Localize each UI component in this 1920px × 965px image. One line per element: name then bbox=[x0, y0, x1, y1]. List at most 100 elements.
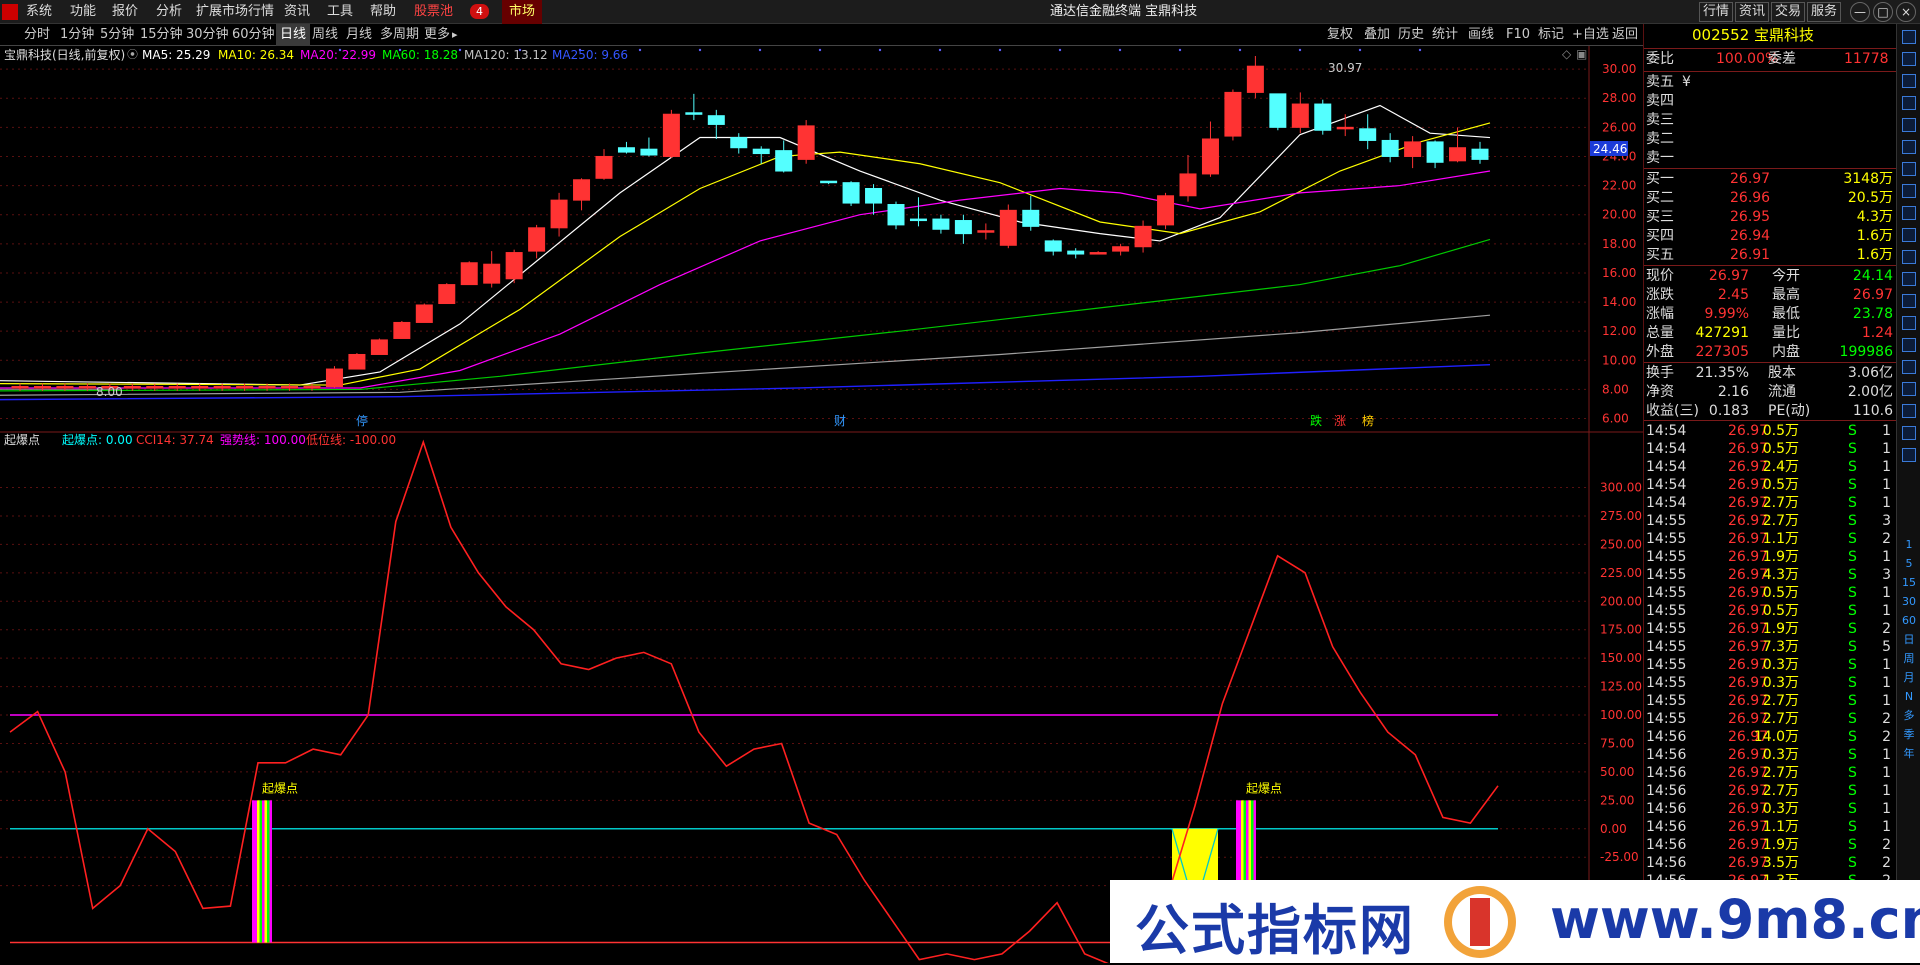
tick-side: S bbox=[1848, 513, 1857, 529]
menu-function[interactable]: 功能 bbox=[70, 0, 96, 24]
tab-weekly[interactable]: 周线 bbox=[312, 24, 338, 46]
period-shortcut-0[interactable]: 1 bbox=[1899, 536, 1919, 554]
menu-stock-pool[interactable]: 股票池 bbox=[414, 0, 453, 24]
rsi-icon[interactable] bbox=[1899, 358, 1919, 376]
toolbar-restore-rights[interactable]: 复权 bbox=[1327, 24, 1353, 46]
compare-icon[interactable] bbox=[1899, 182, 1919, 200]
tick-row: 14:55 26.97 7.3万 S 5 bbox=[1644, 638, 1897, 657]
menu-market[interactable]: 市场 bbox=[502, 0, 542, 24]
menu-system[interactable]: 系统 bbox=[26, 0, 52, 24]
more-chevron-icon[interactable]: ▸ bbox=[452, 24, 458, 46]
list-icon[interactable] bbox=[1899, 138, 1919, 156]
period-shortcut-2[interactable]: 15 bbox=[1899, 574, 1919, 592]
menu-news[interactable]: 资讯 bbox=[284, 0, 310, 24]
chart-zoom-icon[interactable]: ◇ bbox=[1562, 47, 1572, 61]
tick-time: 14:54 bbox=[1646, 441, 1687, 457]
toolbar-history[interactable]: 历史 bbox=[1398, 24, 1424, 46]
news-mode-button[interactable]: 资讯 bbox=[1735, 2, 1769, 22]
tab-15min[interactable]: 15分钟 bbox=[140, 24, 183, 46]
up-arrow-icon[interactable] bbox=[1899, 28, 1919, 46]
menu-quote[interactable]: 报价 bbox=[112, 0, 138, 24]
signal-bar-stripe bbox=[264, 800, 267, 943]
signal-bar-stripe bbox=[259, 800, 262, 943]
tab-60min[interactable]: 60分钟 bbox=[232, 24, 275, 46]
candle-body bbox=[505, 252, 523, 280]
menu-bar: 系统 功能 报价 分析 扩展市场行情 资讯 工具 帮助 股票池 4 市场 通达信… bbox=[0, 0, 1920, 24]
candle-body bbox=[1314, 103, 1332, 131]
period-shortcut-3[interactable]: 30 bbox=[1899, 593, 1919, 611]
candle-body bbox=[528, 227, 546, 252]
menu-analysis[interactable]: 分析 bbox=[156, 0, 182, 24]
service-mode-button[interactable]: 服务 bbox=[1807, 2, 1841, 22]
tab-1min[interactable]: 1分钟 bbox=[60, 24, 94, 46]
tab-monthly[interactable]: 月线 bbox=[346, 24, 372, 46]
cci-tick-label: 25.00 bbox=[1600, 793, 1634, 807]
quote-mode-button[interactable]: 行情 bbox=[1699, 2, 1733, 22]
menu-help[interactable]: 帮助 bbox=[370, 0, 396, 24]
minimize-icon[interactable]: — bbox=[1850, 2, 1870, 22]
up-arrow-icon[interactable] bbox=[1899, 50, 1919, 68]
tab-30min[interactable]: 30分钟 bbox=[186, 24, 229, 46]
toolbar-overlay[interactable]: 叠加 bbox=[1364, 24, 1390, 46]
candle-body bbox=[191, 386, 209, 389]
chart-area[interactable]: 30.0028.0026.0024.0022.0020.0018.0016.00… bbox=[0, 46, 1643, 963]
stat-value: 21.35% bbox=[1695, 365, 1749, 381]
down-arrow-icon[interactable] bbox=[1899, 72, 1919, 90]
cci-tick-label: 75.00 bbox=[1600, 736, 1634, 750]
event-dot bbox=[758, 48, 762, 52]
pin-icon[interactable] bbox=[1899, 424, 1919, 442]
tab-multi-period[interactable]: 多周期 bbox=[380, 24, 419, 46]
ma-settings-icon[interactable]: ⦿ bbox=[127, 47, 138, 63]
report-icon[interactable] bbox=[1899, 226, 1919, 244]
tick-count: 1 bbox=[1882, 819, 1891, 835]
candle-body bbox=[325, 368, 343, 388]
toolbar-draw[interactable]: 画线 bbox=[1468, 24, 1494, 46]
period-shortcut-9[interactable]: 多 bbox=[1899, 707, 1919, 725]
maximize-icon[interactable]: □ bbox=[1873, 2, 1893, 22]
down-arrow-icon[interactable] bbox=[1899, 94, 1919, 112]
period-shortcut-7[interactable]: 月 bbox=[1899, 669, 1919, 687]
note-icon[interactable] bbox=[1899, 402, 1919, 420]
chart-mode-icon[interactable]: ▣ bbox=[1576, 47, 1587, 61]
tab-daily[interactable]: 日线 bbox=[276, 24, 311, 46]
toolbar-add-watchlist[interactable]: +自选 bbox=[1572, 24, 1609, 46]
chart-icon[interactable] bbox=[1899, 160, 1919, 178]
tick-count: 2 bbox=[1882, 855, 1891, 871]
fs-icon[interactable] bbox=[1899, 446, 1919, 464]
tick-count: 2 bbox=[1882, 621, 1891, 637]
stat-value: 3.06亿 bbox=[1847, 365, 1893, 381]
period-shortcut-6[interactable]: 周 bbox=[1899, 650, 1919, 668]
person-icon[interactable] bbox=[1899, 380, 1919, 398]
toolbar-back[interactable]: 返回 bbox=[1612, 24, 1638, 46]
bar-icon[interactable] bbox=[1899, 248, 1919, 266]
menu-tools[interactable]: 工具 bbox=[327, 0, 353, 24]
trade-mode-button[interactable]: 交易 bbox=[1771, 2, 1805, 22]
close-icon[interactable]: × bbox=[1896, 2, 1916, 22]
tab-more[interactable]: 更多 bbox=[424, 24, 450, 46]
hex-icon[interactable] bbox=[1899, 270, 1919, 288]
menu-extended-market[interactable]: 扩展市场行情 bbox=[196, 0, 274, 24]
period-shortcut-10[interactable]: 季 bbox=[1899, 726, 1919, 744]
period-shortcut-1[interactable]: 5 bbox=[1899, 555, 1919, 573]
doc-icon[interactable] bbox=[1899, 292, 1919, 310]
period-shortcut-4[interactable]: 60 bbox=[1899, 612, 1919, 630]
line-icon[interactable] bbox=[1899, 204, 1919, 222]
period-shortcut-5[interactable]: 日 bbox=[1899, 631, 1919, 649]
tab-timeshare[interactable]: 分时 bbox=[24, 24, 50, 46]
tune-icon[interactable] bbox=[1899, 336, 1919, 354]
toolbar-f10[interactable]: F10 bbox=[1506, 24, 1530, 46]
tick-side: S bbox=[1848, 603, 1857, 619]
toolbar-mark[interactable]: 标记 bbox=[1538, 24, 1564, 46]
bid-row: 买二 26.96 20.5万 bbox=[1644, 189, 1897, 208]
period-shortcut-11[interactable]: 年 bbox=[1899, 745, 1919, 763]
period-shortcut-8[interactable]: N bbox=[1899, 688, 1919, 706]
tick-time: 14:54 bbox=[1646, 459, 1687, 475]
tab-5min[interactable]: 5分钟 bbox=[100, 24, 134, 46]
toolbar-statistics[interactable]: 统计 bbox=[1432, 24, 1458, 46]
tick-row: 14:55 26.97 2.7万 S 2 bbox=[1644, 710, 1897, 729]
fs-icon[interactable] bbox=[1899, 314, 1919, 332]
tick-side: S bbox=[1848, 693, 1857, 709]
grid-icon[interactable] bbox=[1899, 116, 1919, 134]
candle-body bbox=[775, 150, 793, 172]
stat-label: 换手 bbox=[1646, 365, 1674, 381]
